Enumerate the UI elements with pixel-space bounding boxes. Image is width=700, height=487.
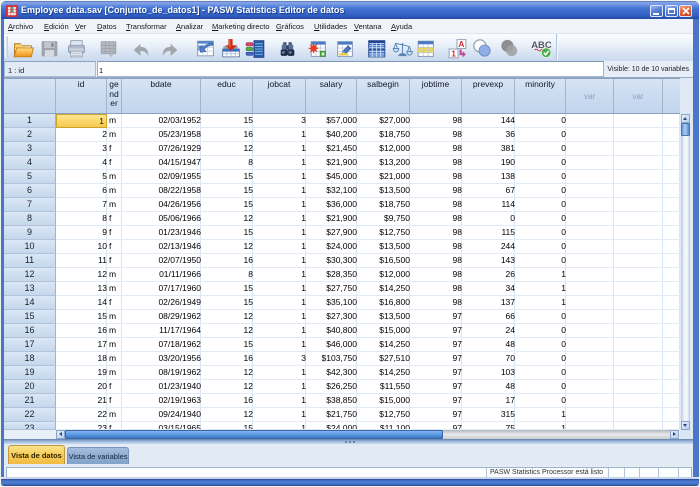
svg-text:A: A	[458, 39, 464, 49]
svg-text:1: 1	[451, 48, 456, 58]
